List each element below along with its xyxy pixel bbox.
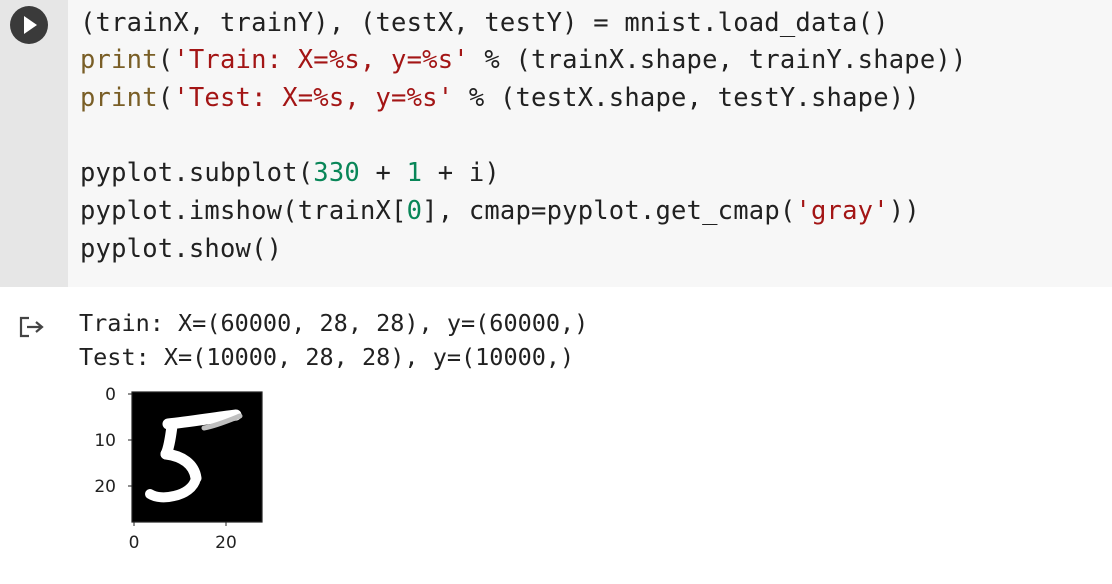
run-cell-button[interactable] (10, 6, 48, 44)
notebook-cell: (trainX, trainY), (testX, testY) = mnist… (0, 0, 1112, 584)
code-editor[interactable]: (trainX, trainY), (testX, testY) = mnist… (68, 0, 1112, 287)
mnist-image (132, 392, 262, 522)
code-line-2[interactable]: print('Train: X=%s, y=%s' % (trainX.shap… (80, 42, 967, 78)
output-line-1: Train: X=(60000, 28, 28), y=(60000,) (79, 309, 589, 337)
code-line-3[interactable]: print('Test: X=%s, y=%s' % (testX.shape,… (80, 80, 920, 116)
y-tick-label: 20 (94, 477, 116, 497)
code-line-1[interactable]: (trainX, trainY), (testX, testY) = mnist… (80, 5, 889, 41)
output-redirect-icon (19, 316, 44, 338)
y-tick-label: 10 (94, 431, 116, 451)
imshow-plot: 0 10 20 0 20 (94, 385, 263, 553)
code-line-5[interactable]: pyplot.subplot(330 + 1 + i) (80, 155, 500, 191)
code-line-6[interactable]: pyplot.imshow(trainX[0], cmap=pyplot.get… (80, 193, 920, 229)
cell-gutter (0, 0, 68, 287)
y-tick-label: 0 (105, 385, 116, 405)
x-tick-label: 0 (129, 533, 140, 553)
play-icon (24, 16, 37, 34)
code-line-7[interactable]: pyplot.show() (80, 231, 282, 267)
output-line-2: Test: X=(10000, 28, 28), y=(10000,) (79, 343, 575, 371)
x-tick-label: 20 (215, 533, 237, 553)
